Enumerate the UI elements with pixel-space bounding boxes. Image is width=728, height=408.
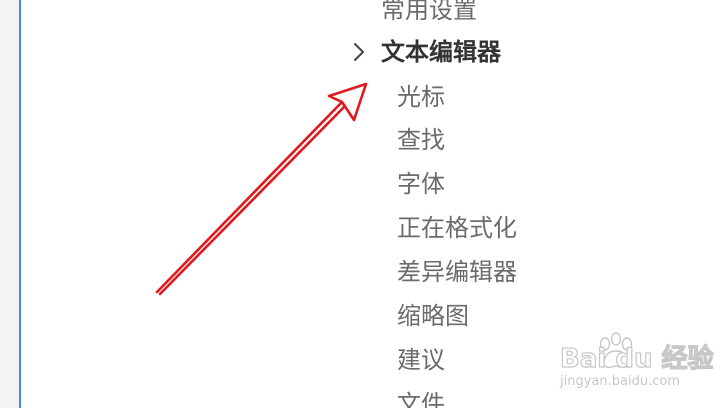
tree-item-minimap[interactable]: 缩略图 [397, 301, 469, 331]
tree-item-common-settings[interactable]: 常用设置 [381, 0, 477, 25]
settings-page: 常用设置 文本编辑器 光标 查找 字体 正在格式化 差异编辑器 缩略图 建议 文… [0, 0, 728, 408]
tree-item-files[interactable]: 文件 [397, 389, 445, 408]
watermark-logo: Bai du 经验 jingyan.baidu.com [556, 330, 721, 394]
tree-item-diff-editor[interactable]: 差异编辑器 [397, 257, 517, 287]
watermark-brand: Bai du 经验 [559, 343, 714, 374]
chevron-right-icon[interactable] [351, 41, 367, 63]
tree-item-font[interactable]: 字体 [397, 169, 445, 199]
tree-item-cursor[interactable]: 光标 [397, 82, 445, 112]
focus-border [19, 0, 21, 408]
tree-item-find[interactable]: 查找 [397, 125, 445, 155]
watermark-url: jingyan.baidu.com [560, 374, 680, 389]
tree-item-text-editor[interactable]: 文本编辑器 [381, 37, 501, 67]
tree-item-formatting[interactable]: 正在格式化 [397, 213, 517, 243]
left-gutter [0, 0, 19, 408]
tree-item-suggestions[interactable]: 建议 [397, 345, 445, 375]
